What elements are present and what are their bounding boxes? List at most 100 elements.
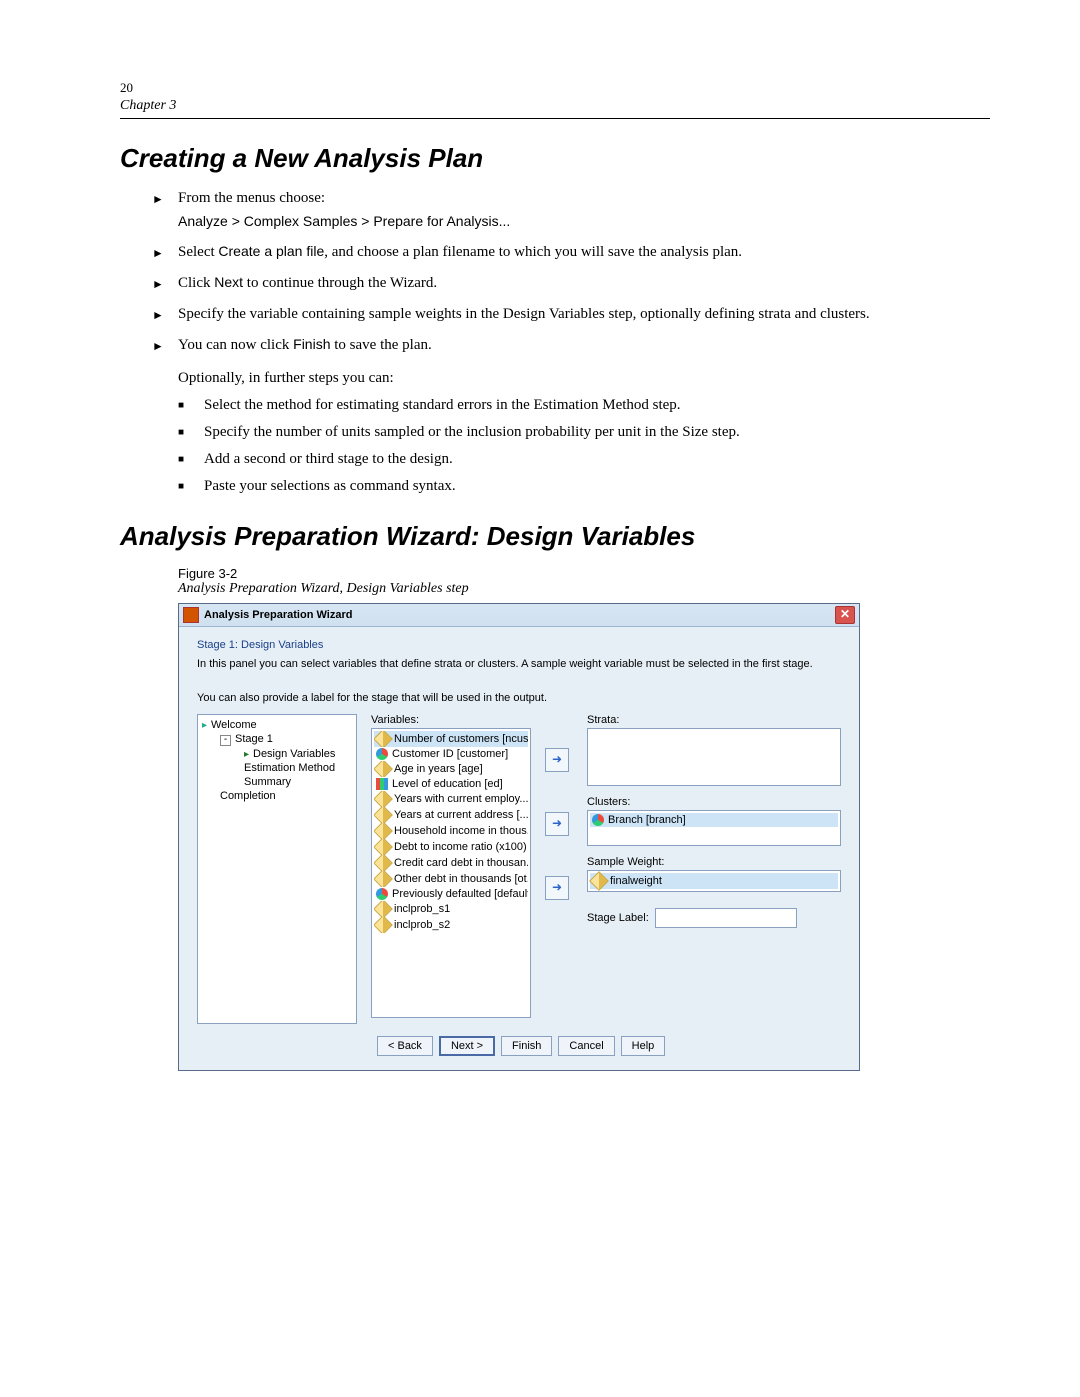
variable-item[interactable]: Previously defaulted [default] xyxy=(374,887,528,901)
variable-item[interactable]: Number of customers [ncust] xyxy=(374,731,528,747)
scale-icon xyxy=(374,855,393,871)
variable-item[interactable]: Years at current address [... xyxy=(374,807,528,823)
variable-item[interactable]: Other debt in thousands [ot... xyxy=(374,871,528,887)
nominal-icon xyxy=(376,888,388,900)
cluster-item[interactable]: Branch [branch] xyxy=(590,813,838,827)
clusters-list[interactable]: Branch [branch] xyxy=(587,810,841,846)
variable-label: Customer ID [customer] xyxy=(392,748,508,760)
cancel-button[interactable]: Cancel xyxy=(558,1036,614,1056)
page-number: 20 xyxy=(120,80,990,96)
transfer-buttons: ➜ ➜ ➜ xyxy=(545,714,573,1024)
instruction-list: From the menus choose: Analyze > Complex… xyxy=(120,188,990,356)
scale-icon xyxy=(374,917,393,933)
stage-label-input[interactable] xyxy=(655,908,797,928)
variable-label: Level of education [ed] xyxy=(392,778,503,790)
instruction-text: Click xyxy=(178,275,214,291)
tree-item-stage1[interactable]: -Stage 1 xyxy=(202,732,352,747)
instruction-step: Specify the variable containing sample w… xyxy=(178,304,990,325)
dialog-intro-2: You can also provide a label for the sta… xyxy=(197,691,841,706)
variable-label: inclprob_s2 xyxy=(394,919,450,931)
wizard-nav-tree[interactable]: ▸Welcome -Stage 1 ▸Design Variables Esti… xyxy=(197,714,357,1024)
optional-item: Paste your selections as command syntax. xyxy=(204,476,990,497)
tree-item-completion[interactable]: Completion xyxy=(202,789,352,803)
menu-path: Analyze > Complex Samples > Prepare for … xyxy=(178,212,990,232)
section-heading-creating: Creating a New Analysis Plan xyxy=(120,143,990,174)
scale-icon xyxy=(374,807,393,823)
scale-icon xyxy=(374,901,393,917)
next-button[interactable]: Next > xyxy=(439,1036,495,1056)
instruction-text: to save the plan. xyxy=(331,337,432,353)
variable-item[interactable]: Credit card debt in thousan... xyxy=(374,855,528,871)
tree-item-design-vars[interactable]: ▸Design Variables xyxy=(202,747,352,761)
instruction-step: Click Next to continue through the Wizar… xyxy=(178,273,990,294)
instruction-step: Select Create a plan file, and choose a … xyxy=(178,242,990,263)
tree-item-welcome[interactable]: ▸Welcome xyxy=(202,718,352,732)
variable-item[interactable]: Debt to income ratio (x100) ... xyxy=(374,839,528,855)
optional-item: Select the method for estimating standar… xyxy=(204,395,990,416)
instruction-text: From the menus choose: xyxy=(178,190,325,206)
variable-item[interactable]: Level of education [ed] xyxy=(374,777,528,791)
optional-list: Select the method for estimating standar… xyxy=(120,395,990,497)
scale-icon xyxy=(374,791,393,807)
variable-item[interactable]: inclprob_s2 xyxy=(374,917,528,933)
variable-item[interactable]: Age in years [age] xyxy=(374,761,528,777)
dialog-intro: In this panel you can select variables t… xyxy=(197,657,841,672)
cluster-item-label: Branch [branch] xyxy=(608,814,686,826)
dialog-titlebar[interactable]: Analysis Preparation Wizard ✕ xyxy=(179,604,859,627)
tree-label: Completion xyxy=(220,790,276,802)
move-to-weight-button[interactable]: ➜ xyxy=(545,876,569,900)
variable-label: Number of customers [ncust] xyxy=(394,733,528,745)
section-heading-designvars: Analysis Preparation Wizard: Design Vari… xyxy=(120,521,990,552)
tree-label: Design Variables xyxy=(253,748,335,760)
variable-item[interactable]: inclprob_s1 xyxy=(374,901,528,917)
ui-term: Finish xyxy=(293,336,330,352)
dialog-title: Analysis Preparation Wizard xyxy=(204,609,835,621)
tree-label: Welcome xyxy=(211,719,257,731)
ui-term: Next xyxy=(214,274,243,290)
scale-icon xyxy=(374,823,393,839)
ordinal-icon xyxy=(376,778,388,790)
close-icon[interactable]: ✕ xyxy=(835,606,855,624)
dialog-body: Stage 1: Design Variables In this panel … xyxy=(179,627,859,1071)
help-button[interactable]: Help xyxy=(621,1036,666,1056)
move-to-clusters-button[interactable]: ➜ xyxy=(545,812,569,836)
strata-list[interactable] xyxy=(587,728,841,786)
variable-label: inclprob_s1 xyxy=(394,903,450,915)
tree-item-summary[interactable]: Summary xyxy=(202,775,352,789)
nominal-icon xyxy=(376,748,388,760)
optional-item: Specify the number of units sampled or t… xyxy=(204,422,990,443)
scale-icon xyxy=(374,731,393,747)
variable-label: Other debt in thousands [ot... xyxy=(394,873,528,885)
analysis-wizard-dialog: Analysis Preparation Wizard ✕ Stage 1: D… xyxy=(178,603,860,1072)
finish-button[interactable]: Finish xyxy=(501,1036,552,1056)
variable-label: Age in years [age] xyxy=(394,763,483,775)
stage-title: Stage 1: Design Variables xyxy=(197,639,841,651)
variable-label: Years with current employ... xyxy=(394,793,528,805)
weight-item[interactable]: finalweight xyxy=(590,873,838,889)
scale-icon xyxy=(374,871,393,887)
tree-item-estimation[interactable]: Estimation Method xyxy=(202,761,352,775)
instruction-step: From the menus choose: Analyze > Complex… xyxy=(178,188,990,232)
variable-item[interactable]: Household income in thous... xyxy=(374,823,528,839)
variable-item[interactable]: Customer ID [customer] xyxy=(374,747,528,761)
variable-label: Household income in thous... xyxy=(394,825,528,837)
figure-caption: Analysis Preparation Wizard, Design Vari… xyxy=(178,581,990,597)
tree-collapse-icon[interactable]: - xyxy=(220,735,231,746)
instruction-text: You can now click xyxy=(178,337,293,353)
variables-column: Variables: Number of customers [ncust] C… xyxy=(371,714,531,1024)
page: 20 Chapter 3 Creating a New Analysis Pla… xyxy=(0,0,1080,1111)
sample-weight-box[interactable]: finalweight xyxy=(587,870,841,892)
chapter-label: Chapter 3 xyxy=(120,98,990,119)
target-column: Strata: Clusters: Branch [branch] Sample… xyxy=(587,714,841,1024)
back-button[interactable]: < Back xyxy=(377,1036,433,1056)
tree-leaf-icon: ▸ xyxy=(244,749,250,755)
figure-label: Figure 3-2 xyxy=(178,566,990,581)
variables-label: Variables: xyxy=(371,714,531,726)
variable-item[interactable]: Years with current employ... xyxy=(374,791,528,807)
clusters-label: Clusters: xyxy=(587,796,841,808)
ui-term: Create a plan file xyxy=(218,243,324,259)
instruction-text: to continue through the Wizard. xyxy=(243,275,437,291)
variables-list[interactable]: Number of customers [ncust] Customer ID … xyxy=(371,728,531,1018)
move-to-strata-button[interactable]: ➜ xyxy=(545,748,569,772)
scale-icon xyxy=(374,761,393,777)
